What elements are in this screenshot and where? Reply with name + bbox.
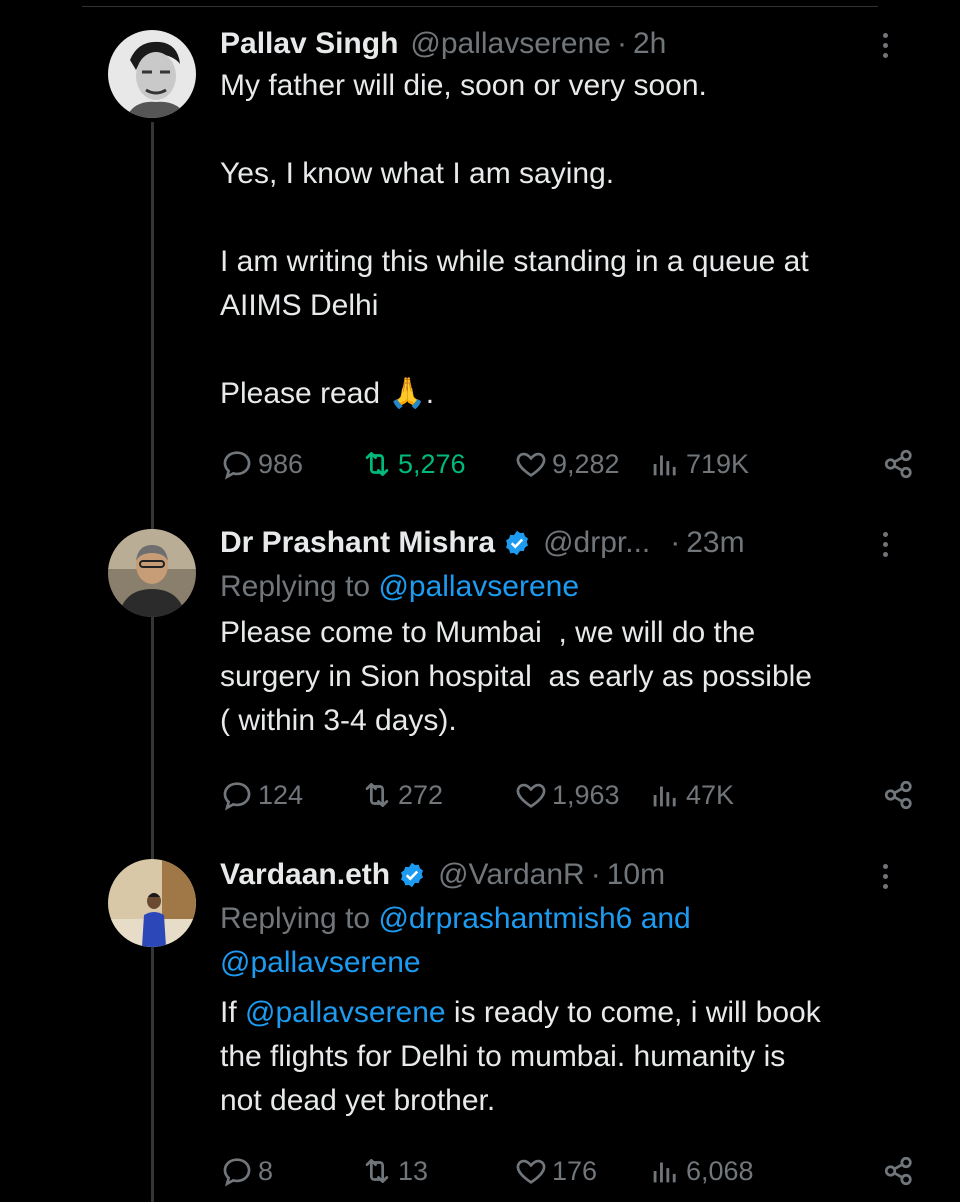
reply-count: 986 [258, 448, 304, 479]
avatar-image [108, 30, 196, 118]
tweet-body: My father will die, soon or very soon. Y… [220, 64, 900, 416]
reply-button[interactable]: 986 [220, 444, 303, 484]
views-icon [653, 786, 676, 807]
more-icon[interactable] [870, 28, 900, 62]
separator-dot: · [616, 27, 627, 60]
views-button[interactable]: 47K [648, 775, 734, 815]
retweet-button[interactable]: 272 [360, 775, 443, 815]
tweet-text: If [220, 996, 246, 1029]
display-name[interactable]: Pallav Singh [220, 24, 398, 64]
replying-to: Replying to @drprashantmish6 and @pallav… [220, 897, 780, 985]
views-count: 47K [686, 779, 735, 810]
views-button[interactable]: 6,068 [648, 1151, 754, 1191]
tweet-header: Dr Prashant Mishra @drpr... · 23m [220, 523, 900, 563]
like-button[interactable]: 9,282 [514, 444, 620, 484]
tweet-text-line: I am writing this while standing in a qu… [220, 245, 809, 322]
avatar[interactable] [108, 30, 196, 118]
tweet-text-line: Please read 🙏. [220, 377, 435, 410]
verified-icon [506, 530, 529, 556]
display-name[interactable]: Dr Prashant Mishra [220, 523, 495, 563]
tweet-text-line: Yes, I know what I am saying. [220, 157, 615, 190]
reply-button[interactable]: 124 [220, 775, 303, 815]
tweet-header: Pallav Singh @pallavserene · 2h [220, 24, 900, 64]
handle[interactable]: @VardanR [438, 855, 585, 895]
tweet-body: If @pallavserene is ready to come, i wil… [220, 991, 830, 1123]
retweet-button[interactable]: 5,276 [360, 444, 466, 484]
like-button[interactable]: 176 [514, 1151, 597, 1191]
tweet-prashant[interactable]: Dr Prashant Mishra @drpr... · 23m Replyi… [0, 523, 960, 823]
like-count: 1,963 [552, 779, 620, 810]
replying-to-label: Replying to [220, 570, 371, 603]
mention-link[interactable]: @pallavserene [245, 996, 446, 1029]
like-count: 176 [552, 1155, 598, 1186]
mention-link[interactable]: @pallavserene [378, 570, 579, 603]
handle[interactable]: @drpr... [543, 523, 650, 563]
reply-icon [223, 1158, 251, 1187]
timestamp[interactable]: 2h [633, 24, 666, 64]
like-icon [516, 783, 546, 808]
avatar-image [108, 529, 196, 617]
action-bar: 8 13 176 6,068 [220, 1151, 912, 1191]
share-icon[interactable] [882, 1154, 916, 1188]
like-button[interactable]: 1,963 [514, 775, 620, 815]
action-bar: 124 272 1,963 47K [220, 775, 912, 815]
retweet-icon [365, 1159, 389, 1183]
mention-link[interactable]: @drprashantmish6 [378, 902, 632, 935]
like-count: 9,282 [552, 448, 620, 479]
reply-icon [223, 782, 251, 811]
mention-link[interactable]: @pallavserene [220, 946, 421, 979]
reply-count: 8 [258, 1155, 274, 1186]
action-bar: 986 5,276 9,282 719K [220, 444, 912, 484]
retweet-count: 272 [398, 779, 444, 810]
reply-count: 124 [258, 779, 304, 810]
share-icon[interactable] [882, 447, 916, 481]
retweet-count: 5,276 [398, 448, 466, 479]
more-icon[interactable] [870, 859, 900, 893]
display-name[interactable]: Vardaan.eth [220, 855, 390, 895]
reply-button[interactable]: 8 [220, 1151, 273, 1191]
separator-dot: · [590, 858, 601, 891]
share-icon[interactable] [882, 778, 916, 812]
handle[interactable]: @pallavserene [410, 24, 611, 64]
timestamp[interactable]: 10m [607, 855, 665, 895]
avatar[interactable] [108, 859, 196, 947]
views-count: 719K [686, 448, 750, 479]
replying-to-label: Replying to [220, 902, 371, 935]
retweet-icon [365, 452, 389, 476]
tweet-header: Vardaan.eth @VardanR · 10m [220, 855, 900, 895]
tweet-pallav[interactable]: Pallav Singh @pallavserene · 2h My fathe… [0, 24, 960, 494]
avatar[interactable] [108, 529, 196, 617]
retweet-icon [365, 783, 389, 807]
tweet-text-line: My father will die, soon or very soon. [220, 69, 707, 102]
tweet-body: Please come to Mumbai , we will do the s… [220, 616, 821, 737]
tweet-vardaan[interactable]: Vardaan.eth @VardanR · 10m Replying to @… [0, 855, 960, 1200]
views-count: 6,068 [686, 1155, 754, 1186]
retweet-count: 13 [398, 1155, 429, 1186]
views-icon [653, 455, 676, 476]
avatar-image [108, 859, 196, 947]
reply-and-text: and [640, 902, 691, 935]
verified-icon [401, 862, 424, 888]
more-icon[interactable] [870, 527, 900, 561]
like-icon [516, 1159, 546, 1184]
retweet-button[interactable]: 13 [360, 1151, 428, 1191]
replying-to: Replying to @pallavserene [220, 565, 900, 609]
separator-dot: · [670, 526, 681, 559]
top-divider [82, 6, 878, 7]
views-icon [653, 1162, 676, 1183]
like-icon [516, 452, 546, 477]
views-button[interactable]: 719K [648, 444, 749, 484]
reply-icon [223, 451, 251, 480]
timestamp[interactable]: 23m [686, 523, 744, 563]
